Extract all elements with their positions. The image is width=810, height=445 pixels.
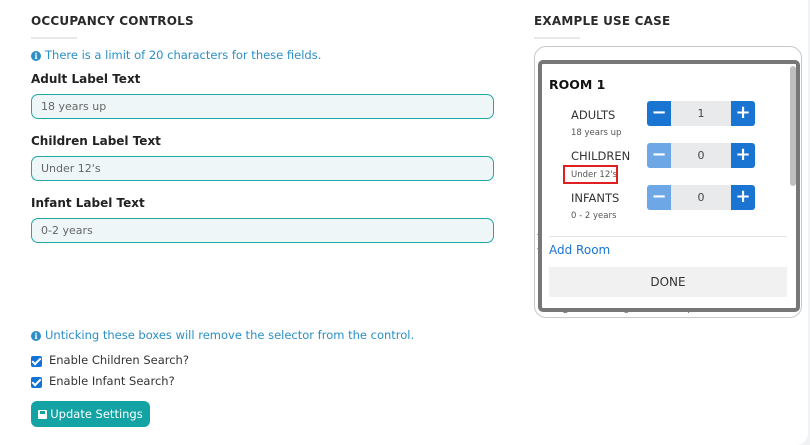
heading-underline — [534, 37, 580, 39]
adults-label: ADULTS — [571, 108, 616, 122]
untick-info: i Unticking these boxes will remove the s… — [31, 328, 414, 342]
infant-label-input[interactable]: 0-2 years — [31, 218, 494, 243]
adults-stepper: − 1 + — [647, 101, 755, 126]
save-icon — [38, 410, 48, 419]
children-value[interactable]: 0 — [671, 143, 731, 168]
popup-divider — [549, 236, 787, 237]
limit-info: i There is a limit of 20 characters for t… — [31, 48, 321, 62]
children-label-heading: Children Label Text — [31, 134, 161, 148]
infants-label: INFANTS — [571, 191, 620, 205]
infant-label-heading: Infant Label Text — [31, 196, 145, 210]
heading-underline — [31, 37, 77, 39]
enable-children-label: Enable Children Search? — [49, 353, 189, 367]
children-label-input[interactable]: Under 12's — [31, 156, 494, 181]
children-plus-button[interactable]: + — [731, 143, 755, 168]
infants-plus-button[interactable]: + — [731, 185, 755, 210]
adults-minus-button[interactable]: − — [647, 101, 671, 126]
adult-label-input[interactable]: 18 years up — [31, 94, 494, 119]
enable-infant-checkbox[interactable] — [31, 377, 42, 388]
enable-infant-label: Enable Infant Search? — [49, 374, 175, 388]
highlight-box — [563, 165, 618, 184]
children-label: CHILDREN — [571, 149, 631, 163]
room-title: ROOM 1 — [549, 77, 606, 92]
children-minus-button[interactable]: − — [647, 143, 671, 168]
done-button[interactable]: DONE — [549, 267, 787, 297]
update-settings-button[interactable]: Update Settings — [31, 401, 150, 427]
untick-info-text: Unticking these boxes will remove the se… — [45, 328, 415, 342]
adults-value[interactable]: 1 — [671, 101, 731, 126]
add-room-link[interactable]: Add Room — [549, 243, 610, 257]
update-settings-label: Update Settings — [50, 407, 143, 421]
adults-sub-label: 18 years up — [571, 128, 622, 138]
info-icon: i — [31, 331, 41, 341]
infants-value[interactable]: 0 — [671, 185, 731, 210]
limit-info-text: There is a limit of 20 characters for th… — [45, 48, 322, 62]
adult-label-heading: Adult Label Text — [31, 72, 141, 86]
adults-plus-button[interactable]: + — [731, 101, 755, 126]
info-icon: i — [31, 51, 41, 61]
occupancy-controls-heading: OCCUPANCY CONTROLS — [31, 14, 194, 28]
infants-stepper: − 0 + — [647, 185, 755, 210]
infants-sub-label: 0 - 2 years — [571, 211, 617, 221]
children-stepper: − 0 + — [647, 143, 755, 168]
example-use-case-heading: EXAMPLE USE CASE — [534, 14, 671, 28]
enable-children-checkbox[interactable] — [31, 356, 42, 367]
popup-scrollbar[interactable] — [790, 66, 796, 186]
infants-minus-button[interactable]: − — [647, 185, 671, 210]
